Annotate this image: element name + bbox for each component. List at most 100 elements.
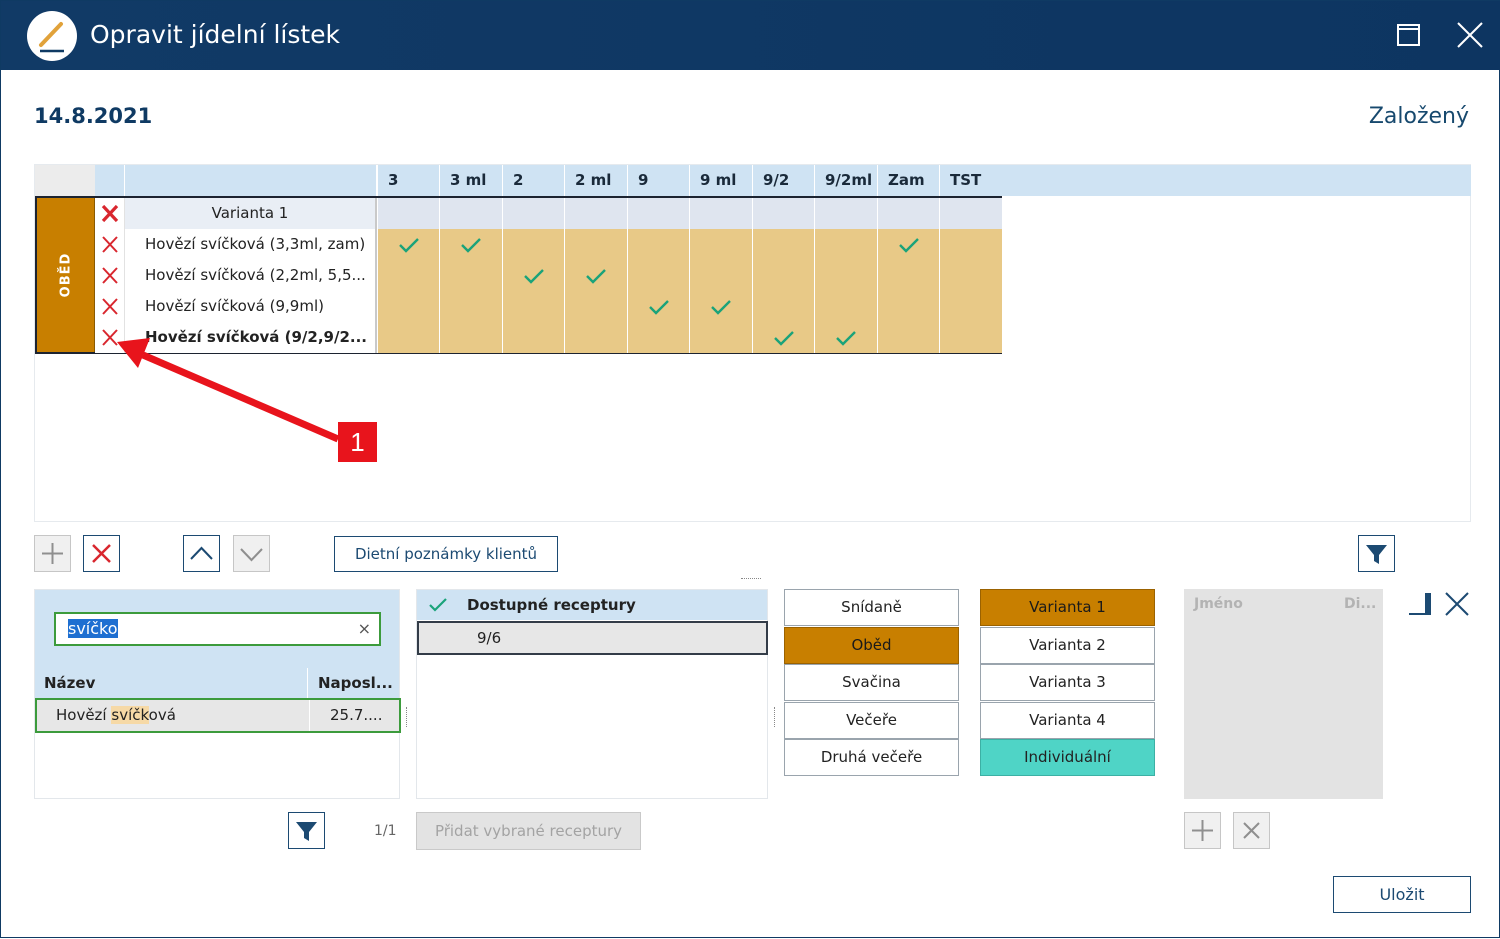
column-header[interactable]: 3 ml <box>439 165 502 196</box>
diet-cell[interactable] <box>814 198 877 229</box>
move-up-button[interactable] <box>183 535 220 572</box>
diet-cell[interactable] <box>564 198 627 229</box>
vertical-splitter[interactable] <box>406 707 408 727</box>
variant-1-button[interactable]: Varianta 1 <box>980 589 1155 626</box>
diet-cell[interactable] <box>814 291 877 322</box>
column-header[interactable]: 9/2 <box>752 165 814 196</box>
diet-cell[interactable] <box>877 198 939 229</box>
diet-cell[interactable] <box>939 291 1002 322</box>
diet-cell[interactable] <box>439 291 502 322</box>
move-down-button[interactable] <box>233 535 270 572</box>
diet-cell[interactable] <box>689 260 752 291</box>
diet-cell[interactable] <box>502 260 564 291</box>
diet-cell[interactable] <box>939 229 1002 260</box>
diet-cell[interactable] <box>377 229 439 260</box>
column-header[interactable]: 9 <box>627 165 689 196</box>
add-row-button[interactable] <box>34 535 71 572</box>
diet-cell[interactable] <box>877 229 939 260</box>
column-header[interactable]: 9/2ml <box>814 165 877 196</box>
add-selected-recipes-button[interactable]: Přidat vybrané receptury <box>416 812 641 850</box>
diet-cell[interactable] <box>627 322 689 353</box>
diet-cell[interactable] <box>502 198 564 229</box>
delete-row-icon[interactable] <box>95 322 125 353</box>
close-button[interactable] <box>1450 15 1490 55</box>
diet-cell[interactable] <box>627 291 689 322</box>
diet-cell[interactable] <box>939 198 1002 229</box>
close-panel-icon[interactable] <box>1443 590 1471 618</box>
diet-cell[interactable] <box>377 198 439 229</box>
diet-cell[interactable] <box>564 291 627 322</box>
column-header[interactable]: 2 ml <box>564 165 627 196</box>
delete-row-icon[interactable] <box>95 291 125 322</box>
diet-cell[interactable] <box>564 322 627 353</box>
column-header[interactable]: 2 <box>502 165 564 196</box>
clear-search-icon[interactable]: × <box>358 614 371 644</box>
diet-cell[interactable] <box>439 260 502 291</box>
filter-button[interactable] <box>1358 535 1395 572</box>
dish-row[interactable]: Hovězí svíčková (9/2,9/2... <box>95 322 1002 353</box>
column-header-name[interactable]: Název <box>44 668 95 698</box>
diet-cell[interactable] <box>502 229 564 260</box>
diet-cell[interactable] <box>877 322 939 353</box>
diet-cell[interactable] <box>377 322 439 353</box>
diet-cell[interactable] <box>439 229 502 260</box>
remove-client-button[interactable] <box>1233 812 1270 849</box>
dish-row[interactable]: Hovězí svíčková (2,2ml, 5,5... <box>95 260 1002 291</box>
meal-dinner-button[interactable]: Večeře <box>784 702 959 739</box>
column-header[interactable]: Zam <box>877 165 939 196</box>
recipe-item[interactable]: 9/6 <box>417 621 768 655</box>
diet-cell[interactable] <box>689 322 752 353</box>
horizontal-splitter[interactable] <box>741 578 761 580</box>
diet-cell[interactable] <box>689 229 752 260</box>
diet-cell[interactable] <box>752 291 814 322</box>
vertical-splitter[interactable] <box>774 707 776 727</box>
variant-2-button[interactable]: Varianta 2 <box>980 627 1155 664</box>
diet-cell[interactable] <box>627 198 689 229</box>
diet-cell[interactable] <box>377 260 439 291</box>
variant-individual-button[interactable]: Individuální <box>980 739 1155 776</box>
diet-cell[interactable] <box>377 291 439 322</box>
diet-cell[interactable] <box>752 322 814 353</box>
delete-row-button[interactable] <box>83 535 120 572</box>
meal-breakfast-button[interactable]: Snídaně <box>784 589 959 626</box>
diet-cell[interactable] <box>752 260 814 291</box>
column-header[interactable]: 9 ml <box>689 165 752 196</box>
add-client-button[interactable] <box>1184 812 1221 849</box>
meal-snack-button[interactable]: Svačina <box>784 664 959 701</box>
delete-row-icon[interactable] <box>95 198 125 229</box>
delete-row-icon[interactable] <box>95 229 125 260</box>
diet-cell[interactable] <box>814 229 877 260</box>
search-input[interactable]: svíčko × <box>54 612 381 646</box>
meal-second-dinner-button[interactable]: Druhá večeře <box>784 739 959 776</box>
search-result-row[interactable]: Hovězí svíčková 25.7.... <box>35 698 401 733</box>
diet-cell[interactable] <box>627 229 689 260</box>
diet-cell[interactable] <box>877 291 939 322</box>
delete-row-icon[interactable] <box>95 260 125 291</box>
diet-cell[interactable] <box>564 229 627 260</box>
diet-cell[interactable] <box>564 260 627 291</box>
variant-row[interactable]: Varianta 1 <box>95 198 1002 229</box>
diet-cell[interactable] <box>502 291 564 322</box>
row-name[interactable]: Varianta 1 <box>125 198 377 229</box>
diet-cell[interactable] <box>939 260 1002 291</box>
column-header[interactable]: TST <box>939 165 1002 196</box>
diet-cell[interactable] <box>814 322 877 353</box>
diet-cell[interactable] <box>689 198 752 229</box>
meal-lunch-button[interactable]: Oběd <box>784 627 959 664</box>
save-button[interactable]: Uložit <box>1333 876 1471 913</box>
resize-panel-icon[interactable] <box>1407 591 1433 617</box>
column-header-last[interactable]: Naposl... <box>307 668 399 698</box>
diet-cell[interactable] <box>752 229 814 260</box>
diet-cell[interactable] <box>439 198 502 229</box>
diet-cell[interactable] <box>939 322 1002 353</box>
dish-row[interactable]: Hovězí svíčková (3,3ml, zam) <box>95 229 1002 260</box>
maximize-button[interactable] <box>1389 15 1429 55</box>
row-name[interactable]: Hovězí svíčková (2,2ml, 5,5... <box>125 260 377 291</box>
variant-3-button[interactable]: Varianta 3 <box>980 664 1155 701</box>
diet-cell[interactable] <box>752 198 814 229</box>
column-header[interactable]: 3 <box>377 165 439 196</box>
diet-cell[interactable] <box>689 291 752 322</box>
search-filter-button[interactable] <box>288 812 325 849</box>
diet-notes-button[interactable]: Dietní poznámky klientů <box>334 536 558 572</box>
diet-cell[interactable] <box>814 260 877 291</box>
